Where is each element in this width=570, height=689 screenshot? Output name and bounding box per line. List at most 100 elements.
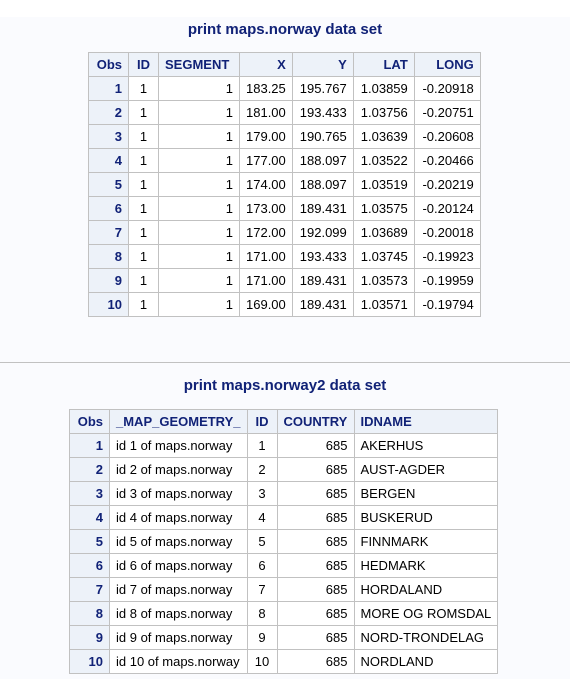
cell-lat: 1.03575 [352,196,415,221]
cell-y: 190.765 [291,124,354,149]
cell-y: 193.433 [291,244,354,269]
cell-idname: BUSKERUD [353,505,499,530]
cell-long: -0.19794 [413,292,481,317]
cell-lat: 1.03573 [352,268,415,293]
cell-idname: HORDALAND [353,577,499,602]
cell-obs: 2 [69,457,110,482]
column-header-x: X [239,52,293,77]
table-row: 8 1 1 171.00 193.433 1.03745 -0.19923 [88,244,481,269]
cell-id: 1 [128,124,159,149]
cell-id: 10 [246,649,278,674]
column-header-id: ID [246,409,278,434]
cell-idname: NORDLAND [353,649,499,674]
cell-lat: 1.03571 [352,292,415,317]
cell-x: 174.00 [239,172,293,197]
table-header-row: Obs ID SEGMENT X Y LAT LONG [88,52,481,77]
cell-country: 685 [276,481,355,506]
cell-country: 685 [276,577,355,602]
column-header-obs: Obs [88,52,129,77]
cell-long: -0.19923 [413,244,481,269]
cell-segment: 1 [158,292,240,317]
cell-idname: BERGEN [353,481,499,506]
cell-x: 173.00 [239,196,293,221]
cell-country: 685 [276,505,355,530]
cell-id: 1 [128,100,159,125]
cell-x: 179.00 [239,124,293,149]
cell-x: 169.00 [239,292,293,317]
cell-lat: 1.03689 [352,220,415,245]
cell-obs: 10 [88,292,129,317]
cell-x: 183.25 [239,76,293,101]
cell-obs: 1 [69,433,110,458]
cell-map-geometry: id 9 of maps.norway [109,625,248,650]
cell-id: 1 [128,148,159,173]
cell-map-geometry: id 8 of maps.norway [109,601,248,626]
cell-idname: HEDMARK [353,553,499,578]
table-row: 4 id 4 of maps.norway 4 685 BUSKERUD [69,505,499,530]
cell-idname: AKERHUS [353,433,499,458]
cell-x: 177.00 [239,148,293,173]
cell-obs: 4 [69,505,110,530]
cell-obs: 3 [88,124,129,149]
cell-idname: NORD-TRONDELAG [353,625,499,650]
cell-id: 2 [246,457,278,482]
cell-id: 3 [246,481,278,506]
cell-segment: 1 [158,76,240,101]
cell-y: 188.097 [291,172,354,197]
cell-long: -0.20219 [413,172,481,197]
cell-country: 685 [276,553,355,578]
cell-long: -0.20918 [413,76,481,101]
cell-segment: 1 [158,196,240,221]
cell-map-geometry: id 6 of maps.norway [109,553,248,578]
cell-id: 1 [128,76,159,101]
table-row: 10 1 1 169.00 189.431 1.03571 -0.19794 [88,292,481,317]
cell-id: 1 [128,292,159,317]
column-header-map-geometry: _MAP_GEOMETRY_ [109,409,248,434]
cell-lat: 1.03859 [352,76,415,101]
cell-country: 685 [276,625,355,650]
cell-y: 195.767 [291,76,354,101]
section-divider [0,362,570,363]
column-header-obs: Obs [69,409,110,434]
table-row: 7 1 1 172.00 192.099 1.03689 -0.20018 [88,220,481,245]
cell-segment: 1 [158,124,240,149]
cell-obs: 2 [88,100,129,125]
cell-idname: MORE OG ROMSDAL [353,601,499,626]
cell-x: 171.00 [239,244,293,269]
cell-id: 1 [246,433,278,458]
table-row: 5 1 1 174.00 188.097 1.03519 -0.20219 [88,172,481,197]
cell-obs: 6 [69,553,110,578]
cell-obs: 8 [88,244,129,269]
cell-country: 685 [276,457,355,482]
column-header-lat: LAT [352,52,415,77]
cell-long: -0.20018 [413,220,481,245]
table1-title: print maps.norway data set [187,21,383,38]
cell-map-geometry: id 3 of maps.norway [109,481,248,506]
table-row: 8 id 8 of maps.norway 8 685 MORE OG ROMSDAL [69,601,499,626]
cell-lat: 1.03519 [352,172,415,197]
column-header-y: Y [291,52,354,77]
column-header-segment: SEGMENT [158,52,240,77]
cell-map-geometry: id 1 of maps.norway [109,433,248,458]
cell-obs: 8 [69,601,110,626]
table-row: 1 id 1 of maps.norway 1 685 AKERHUS [69,433,499,458]
cell-y: 189.431 [291,268,354,293]
cell-idname: AUST-AGDER [353,457,499,482]
cell-country: 685 [276,601,355,626]
cell-obs: 4 [88,148,129,173]
cell-long: -0.20466 [413,148,481,173]
cell-country: 685 [276,529,355,554]
norway2-table: Obs _MAP_GEOMETRY_ ID COUNTRY IDNAME 1 id… [69,409,499,674]
table-row: 4 1 1 177.00 188.097 1.03522 -0.20466 [88,148,481,173]
table-row: 10 id 10 of maps.norway 10 685 NORDLAND [69,649,499,674]
cell-obs: 5 [69,529,110,554]
table2-title: print maps.norway2 data set [183,377,387,394]
cell-id: 1 [128,220,159,245]
column-header-country: COUNTRY [276,409,355,434]
cell-id: 9 [246,625,278,650]
cell-obs: 5 [88,172,129,197]
cell-obs: 9 [88,268,129,293]
cell-lat: 1.03745 [352,244,415,269]
table-row: 6 id 6 of maps.norway 6 685 HEDMARK [69,553,499,578]
cell-idname: FINNMARK [353,529,499,554]
